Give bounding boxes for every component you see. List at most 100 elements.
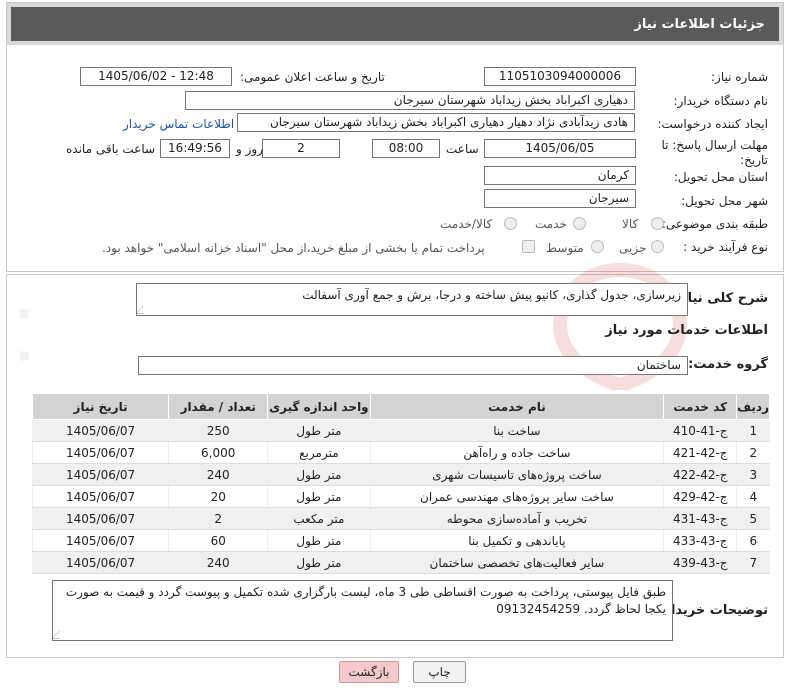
province-value: کرمان bbox=[484, 166, 636, 185]
deadline-label: مهلت ارسال پاسخ: تا تاریخ: bbox=[661, 138, 768, 167]
cell-service-name: ساخت بنا bbox=[369, 419, 664, 442]
province-label: استان محل تحویل: bbox=[673, 170, 768, 184]
col-name-header: نام خدمت bbox=[369, 393, 665, 420]
days-label: روز و bbox=[236, 142, 263, 156]
category-radio-goods-service[interactable] bbox=[504, 217, 517, 230]
cell-service-code: ج-42-429 bbox=[663, 485, 737, 508]
summary-text: زیرسازی، جدول گذاری، کانیو پیش ساخته و د… bbox=[302, 288, 681, 302]
cell-service-name: پایاندهی و تکمیل بنا bbox=[369, 529, 664, 552]
col-unit-header: واحد اندازه گیری bbox=[267, 393, 371, 420]
requester-label: ایجاد کننده درخواست: bbox=[657, 117, 768, 131]
contact-info-link[interactable]: اطلاعات تماس خریدار bbox=[123, 117, 234, 131]
cell-unit: متر طول bbox=[267, 529, 370, 552]
notes-text: طبق فایل پیوستی، پرداخت به صورت اقساطی ط… bbox=[65, 585, 666, 616]
cell-service-code: ج-43-431 bbox=[663, 507, 737, 530]
category-radio-goods[interactable] bbox=[651, 217, 664, 230]
table-row: 6 ج-43-433 پایاندهی و تکمیل بنا متر طول 60 14… bbox=[31, 529, 770, 552]
table-row: 3 ج-42-422 ساخت پروژه‌های تاسیسات شهری متر … bbox=[31, 463, 770, 486]
need-number-label: شماره نیاز: bbox=[711, 70, 768, 84]
cell-service-code: ج-43-433 bbox=[663, 529, 737, 552]
cell-quantity: 240 bbox=[168, 551, 268, 574]
table-row: 2 ج-42-421 ساخت جاده و راه‌آهن مترمربع 6,000… bbox=[31, 441, 770, 464]
remaining-time-value: 16:49:56 bbox=[160, 139, 230, 158]
print-button[interactable]: چاپ bbox=[413, 661, 466, 683]
cell-quantity: 60 bbox=[168, 529, 268, 552]
cell-need-date: 1405/06/07 bbox=[31, 529, 169, 552]
need-number-value: 1105103094000006 bbox=[484, 67, 636, 86]
cell-row-number: 2 bbox=[736, 441, 770, 464]
table-row: 7 ج-43-439 سایر فعالیت‌های تخصصی ساختمان مت… bbox=[31, 551, 770, 574]
category-radio-service[interactable] bbox=[573, 217, 586, 230]
cell-unit: متر طول bbox=[267, 551, 370, 574]
process-radio-medium[interactable] bbox=[591, 240, 604, 253]
notes-label: توضیحات خریدار: bbox=[658, 603, 768, 618]
treasury-note: پرداخت تمام یا بخشی از مبلغ خرید،از محل … bbox=[102, 241, 485, 255]
table-row: 1 ج-41-410 ساخت بنا متر طول 250 1405/06/07 bbox=[31, 419, 770, 442]
time-label: ساعت bbox=[446, 142, 479, 156]
cell-row-number: 1 bbox=[736, 419, 770, 442]
deadline-date-value: 1405/06/05 bbox=[484, 139, 636, 158]
summary-label: شرح کلی نیاز: bbox=[674, 291, 768, 306]
category-label: طبقه بندی موضوعی: bbox=[661, 217, 768, 231]
cell-quantity: 20 bbox=[168, 485, 268, 508]
cell-service-code: ج-42-422 bbox=[663, 463, 737, 486]
resize-handle-icon[interactable] bbox=[53, 631, 67, 639]
cell-unit: متر طول bbox=[267, 463, 370, 486]
cell-unit: مترمربع bbox=[267, 441, 370, 464]
services-table: ردیف کد خدمت نام خدمت واحد اندازه گیری ت… bbox=[31, 393, 770, 574]
buyer-org-value: دهیاری اکبراباد بخش زیداباد شهرستان سیرج… bbox=[185, 91, 635, 110]
process-option-minor: جزیی bbox=[619, 241, 647, 255]
buyer-org-label: نام دستگاه خریدار: bbox=[673, 94, 769, 108]
announce-label: تاریخ و ساعت اعلان عمومی: bbox=[240, 70, 385, 84]
cell-quantity: 240 bbox=[168, 463, 268, 486]
cell-need-date: 1405/06/07 bbox=[31, 485, 169, 508]
cell-service-name: ساخت پروژه‌های تاسیسات شهری bbox=[369, 463, 664, 486]
cell-service-code: ج-41-410 bbox=[663, 419, 737, 442]
back-button[interactable]: بازگشت bbox=[339, 661, 399, 683]
city-value: سیرجان bbox=[484, 189, 636, 208]
service-group-value: ساختمان bbox=[138, 356, 688, 375]
city-label: شهر محل تحویل: bbox=[681, 194, 768, 208]
cell-row-number: 7 bbox=[736, 551, 770, 574]
table-row: 4 ج-42-429 ساخت سایر پروژه‌های مهندسی عمرا… bbox=[31, 485, 770, 508]
table-header-row: ردیف کد خدمت نام خدمت واحد اندازه گیری ت… bbox=[31, 393, 770, 420]
announce-value: 1405/06/02 - 12:48 bbox=[80, 67, 232, 86]
requester-value: هادی زیدآبادی نژاد دهیار دهیاری اکبراباد… bbox=[237, 113, 635, 132]
cell-service-name: ساخت جاده و راه‌آهن bbox=[369, 441, 664, 464]
cell-service-name: سایر فعالیت‌های تخصصی ساختمان bbox=[369, 551, 664, 574]
services-section-title: اطلاعات خدمات مورد نیاز bbox=[605, 323, 768, 338]
cell-need-date: 1405/06/07 bbox=[31, 463, 169, 486]
category-option-service: خدمت bbox=[535, 217, 567, 231]
cell-row-number: 6 bbox=[736, 529, 770, 552]
cell-need-date: 1405/06/07 bbox=[31, 507, 169, 530]
col-code-header: کد خدمت bbox=[663, 393, 738, 420]
col-row-header: ردیف bbox=[736, 393, 770, 420]
process-option-medium: متوسط bbox=[546, 241, 584, 255]
cell-need-date: 1405/06/07 bbox=[31, 419, 169, 442]
table-row: 5 ج-43-431 تخریب و آماده‌سازی محوطه متر مکع… bbox=[31, 507, 770, 530]
cell-service-name: تخریب و آماده‌سازی محوطه bbox=[369, 507, 664, 530]
deadline-time-value: 08:00 bbox=[372, 139, 440, 158]
remaining-label: ساعت باقی مانده bbox=[66, 142, 156, 156]
service-group-label: گروه خدمت: bbox=[688, 357, 768, 372]
cell-unit: متر طول bbox=[267, 485, 370, 508]
page-title: جزئیات اطلاعات نیاز bbox=[634, 17, 765, 32]
summary-textarea[interactable]: زیرسازی، جدول گذاری، کانیو پیش ساخته و د… bbox=[136, 283, 688, 316]
cell-need-date: 1405/06/07 bbox=[31, 551, 169, 574]
col-date-header: تاریخ نیاز bbox=[31, 393, 170, 420]
resize-handle-icon[interactable] bbox=[137, 306, 151, 314]
category-option-goods-service: کالا/خدمت bbox=[440, 217, 493, 231]
col-qty-header: تعداد / مقدار bbox=[168, 393, 269, 420]
cell-service-name: ساخت سایر پروژه‌های مهندسی عمران bbox=[369, 485, 664, 508]
cell-row-number: 5 bbox=[736, 507, 770, 530]
notes-textarea[interactable]: طبق فایل پیوستی، پرداخت به صورت اقساطی ط… bbox=[52, 580, 673, 641]
days-value: 2 bbox=[262, 139, 340, 158]
treasury-checkbox[interactable] bbox=[522, 240, 535, 253]
cell-quantity: 2 bbox=[168, 507, 268, 530]
cell-need-date: 1405/06/07 bbox=[31, 441, 169, 464]
process-radio-minor[interactable] bbox=[651, 240, 664, 253]
page-header: جزئیات اطلاعات نیاز bbox=[7, 3, 783, 45]
cell-quantity: 250 bbox=[168, 419, 268, 442]
cell-service-code: ج-42-421 bbox=[663, 441, 737, 464]
cell-row-number: 3 bbox=[736, 463, 770, 486]
